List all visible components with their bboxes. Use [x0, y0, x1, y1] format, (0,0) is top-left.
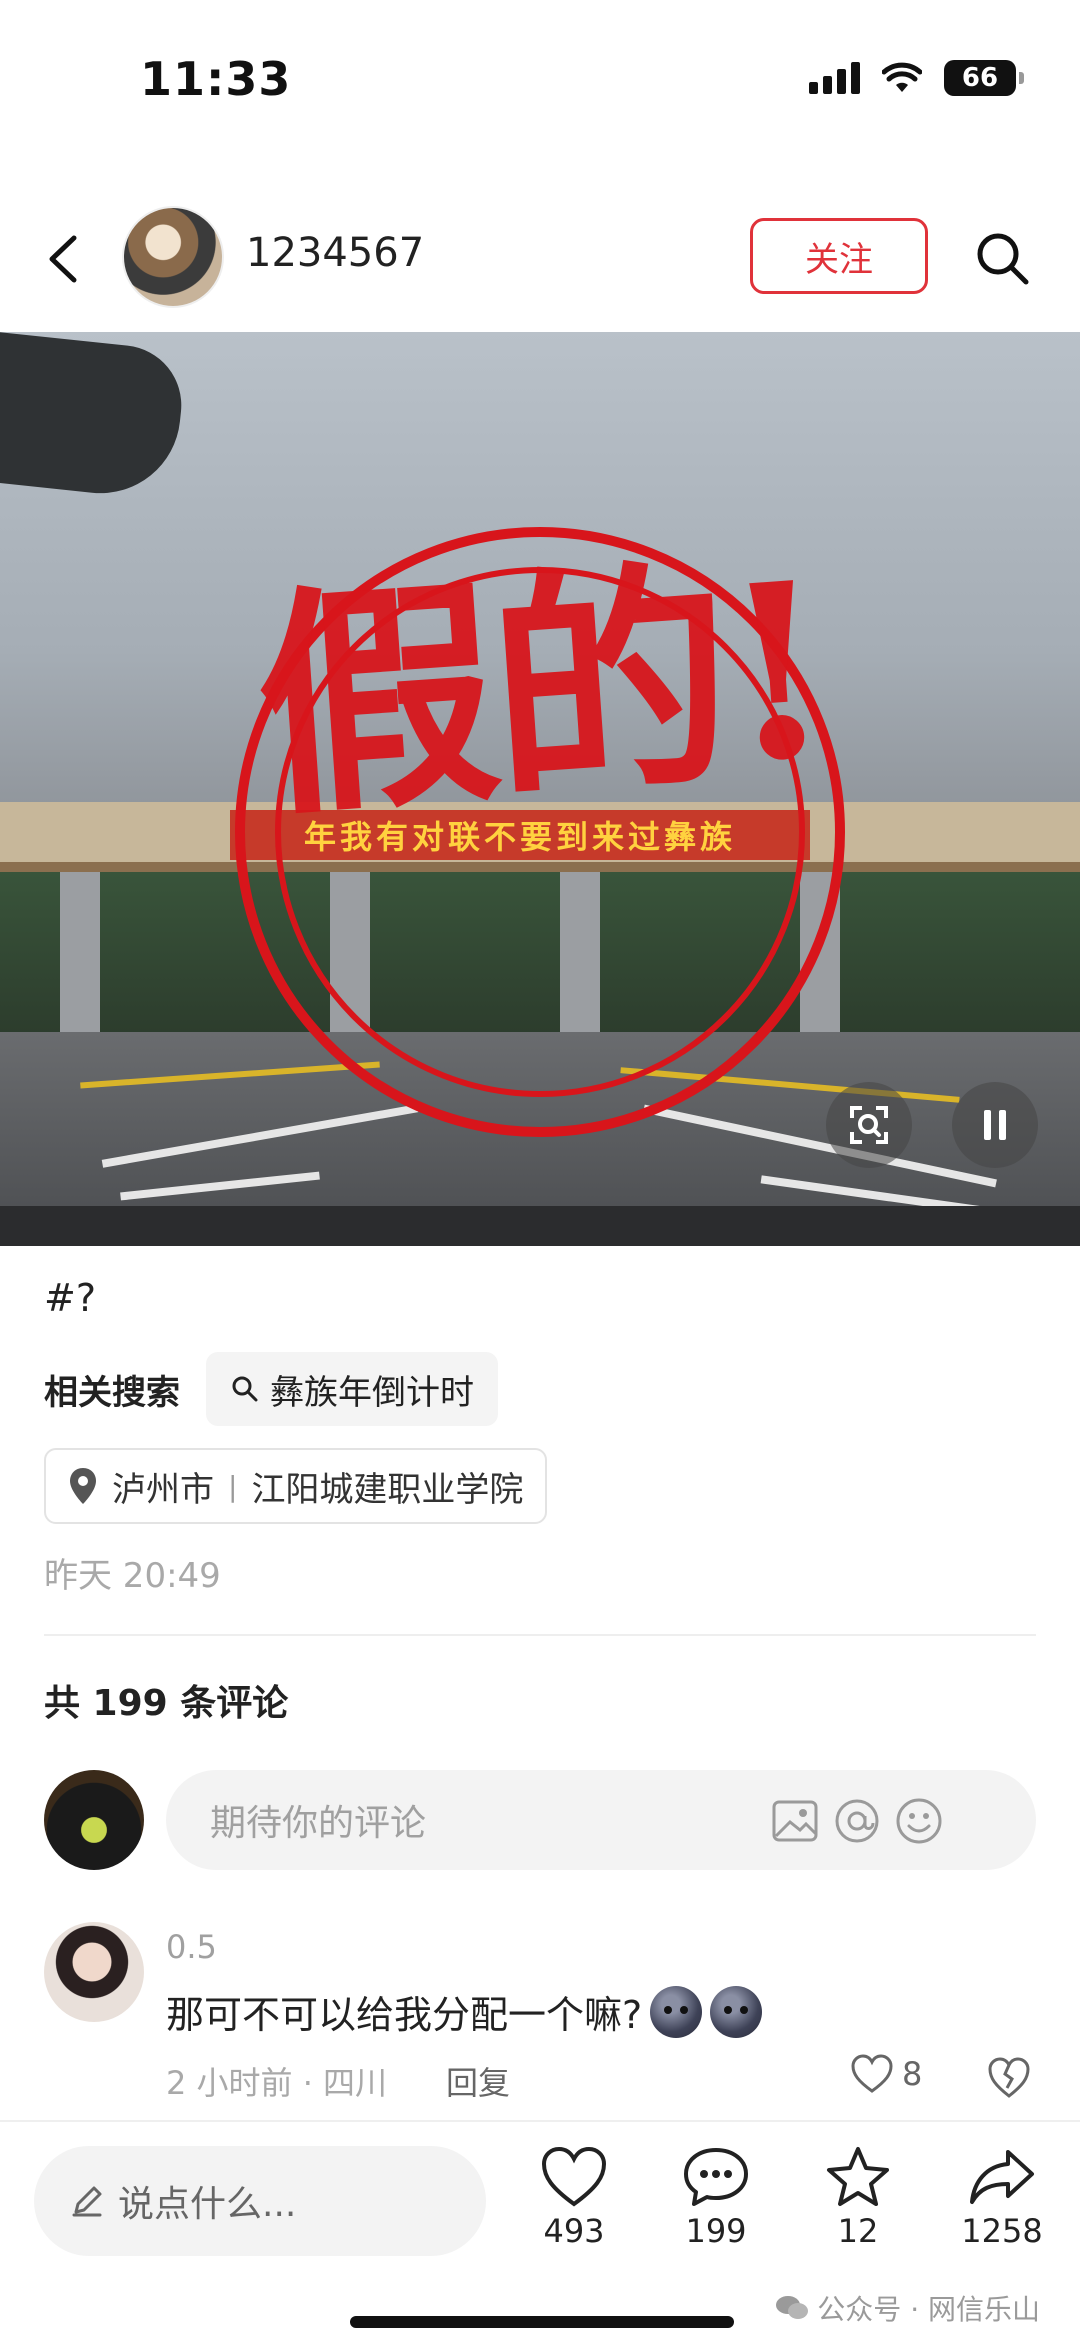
dislike-heart-icon[interactable]: [986, 2054, 1032, 2100]
author-username[interactable]: 1234567: [246, 230, 424, 276]
pencil-icon: [72, 2186, 102, 2217]
star-icon: [827, 2147, 889, 2206]
image-icon[interactable]: [770, 1796, 820, 1846]
author-avatar[interactable]: [122, 206, 224, 308]
comment-like-button[interactable]: 8: [850, 2054, 922, 2094]
location-city: 泸州市: [112, 1469, 214, 1510]
emoji-face-icon: [650, 1985, 703, 2038]
wechat-icon: [776, 2296, 809, 2319]
mention-icon[interactable]: [832, 1796, 882, 1846]
comment-meta: 2 小时前 · 四川: [166, 2064, 388, 2102]
post-header: 1234567 关注: [0, 200, 1080, 316]
location-pin-icon: [70, 1468, 96, 1504]
like-count: 493: [543, 2212, 605, 2250]
comment-bubble-icon: [684, 2148, 748, 2206]
say-something-placeholder: 说点什么...: [118, 2184, 297, 2225]
post-time: 昨天 20:49: [44, 1556, 221, 1596]
post-tag[interactable]: #?: [44, 1276, 96, 1320]
comment-input[interactable]: 期待你的评论: [166, 1770, 1036, 1870]
watermark-text: 公众号 · 网信乐山: [817, 2293, 1040, 2326]
fake-stamp-text: 假的!: [248, 528, 835, 849]
share-count: 1258: [961, 2212, 1043, 2250]
related-search-chip[interactable]: 彝族年倒计时: [206, 1352, 498, 1426]
back-icon[interactable]: [40, 232, 90, 286]
follow-button[interactable]: 关注: [750, 218, 928, 294]
status-bar: 11:33 66: [0, 0, 1080, 170]
comment-like-count: 8: [902, 2055, 923, 2093]
post-image[interactable]: 年我有对联不要到来过彝族 假的!: [0, 332, 1080, 1246]
share-arrow-icon: [970, 2150, 1034, 2204]
image-search-button[interactable]: [826, 1082, 912, 1168]
favorite-count: 12: [837, 2212, 879, 2250]
battery-icon: 66: [944, 60, 1024, 96]
emoji-face-icon: [710, 1985, 763, 2038]
search-icon[interactable]: [972, 228, 1032, 288]
home-indicator[interactable]: [350, 2316, 734, 2328]
like-button[interactable]: 493: [514, 2146, 634, 2250]
reply-button[interactable]: 回复: [446, 2058, 510, 2104]
location-tag[interactable]: 泸州市 | 江阳城建职业学院: [44, 1448, 548, 1524]
comment-button[interactable]: 199: [656, 2146, 776, 2250]
cellular-signal-icon: [809, 62, 860, 94]
share-button[interactable]: 1258: [942, 2146, 1062, 2250]
location-place: 江阳城建职业学院: [251, 1469, 524, 1510]
comment-input-placeholder: 期待你的评论: [210, 1803, 427, 1844]
comment-text: 那可不可以给我分配一个嘛?: [166, 1984, 763, 2039]
related-search-label: 相关搜索: [44, 1372, 180, 1413]
comment-body: 那可不可以给我分配一个嘛?: [166, 1993, 643, 2037]
wifi-icon: [882, 62, 922, 92]
search-icon: [232, 1376, 258, 1402]
favorite-button[interactable]: 12: [798, 2146, 918, 2250]
emoji-icon[interactable]: [894, 1796, 944, 1846]
current-user-avatar: [44, 1770, 144, 1870]
heart-icon: [541, 2146, 607, 2207]
comment-count-bottom: 199: [685, 2212, 747, 2250]
say-something-input[interactable]: 说点什么...: [34, 2146, 486, 2256]
pause-button[interactable]: [952, 1082, 1038, 1168]
location-separator: |: [228, 1469, 238, 1503]
comment-count: 共 199 条评论: [44, 1683, 289, 1724]
heart-icon: [851, 2054, 893, 2093]
status-icons: 66: [809, 60, 1024, 96]
commenter-avatar[interactable]: [44, 1922, 144, 2022]
watermark: 公众号 · 网信乐山: [775, 2288, 1040, 2328]
pause-icon: [984, 1110, 1006, 1140]
status-time: 11:33: [140, 52, 292, 106]
commenter-name[interactable]: 0.5: [166, 1928, 217, 1966]
battery-level: 66: [961, 63, 999, 93]
divider: [44, 1634, 1036, 1636]
related-search: 相关搜索 彝族年倒计时: [44, 1352, 498, 1426]
related-search-query: 彝族年倒计时: [270, 1372, 474, 1413]
image-search-icon: [850, 1106, 888, 1144]
